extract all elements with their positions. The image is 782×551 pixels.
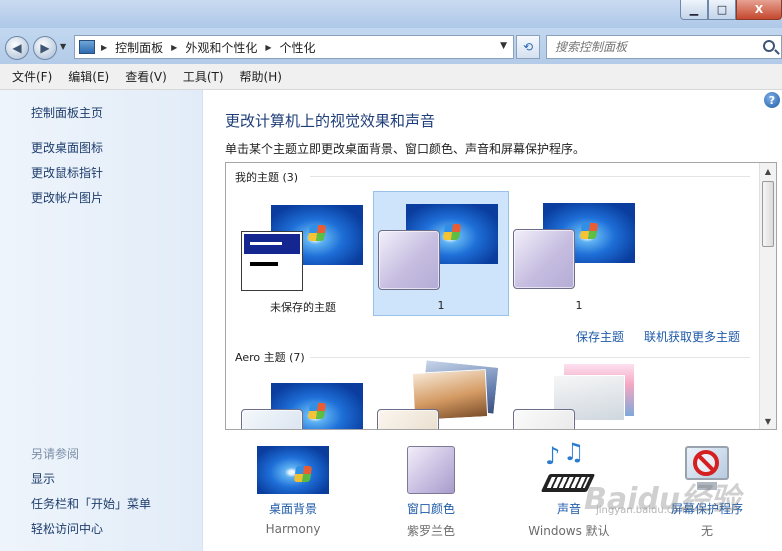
window-controls: ▁ □ X bbox=[680, 0, 782, 20]
maximize-button[interactable]: □ bbox=[708, 0, 736, 20]
themes-scrollbar[interactable]: ▲ ▼ bbox=[759, 163, 776, 429]
sidebar: 控制面板主页 更改桌面图标 更改鼠标指针 更改帐户图片 另请参阅 显示 任务栏和… bbox=[0, 90, 203, 551]
theme-1[interactable]: 1 bbox=[511, 191, 647, 316]
group-divider bbox=[310, 176, 750, 177]
refresh-button[interactable]: ⟲ bbox=[516, 35, 540, 59]
help-icon[interactable]: ? bbox=[764, 92, 780, 108]
menu-help[interactable]: 帮助(H) bbox=[232, 68, 290, 85]
sidebar-link-display[interactable]: 显示 bbox=[31, 470, 55, 487]
baidu-watermark-url: jingyan.baidu.com bbox=[596, 505, 689, 516]
address-bar[interactable]: ▶ 控制面板 ▶ 外观和个性化 ▶ 个性化 ▼ bbox=[74, 35, 514, 59]
breadcrumb-control-panel[interactable]: 控制面板 bbox=[115, 39, 163, 56]
themes-list: 我的主题 (3) 未保存的主题 1 1 保存主题 联机获取更多主题 Aero 主… bbox=[225, 162, 777, 430]
breadcrumb-arrow-icon[interactable]: ▶ bbox=[101, 43, 107, 52]
theme-name: 1 bbox=[575, 299, 583, 312]
tray-value: Windows 默认 bbox=[528, 524, 610, 538]
tray-value: Harmony bbox=[265, 522, 321, 536]
close-button[interactable]: X bbox=[736, 0, 782, 20]
window-color-preview bbox=[513, 409, 575, 429]
back-button[interactable]: ◀ bbox=[5, 36, 29, 60]
breadcrumb-personalization[interactable]: 个性化 bbox=[280, 39, 316, 56]
aero-theme-windows-7[interactable] bbox=[235, 363, 371, 429]
window-color-preview bbox=[378, 230, 440, 290]
theme-name: 未保存的主题 bbox=[270, 301, 336, 314]
title-bar: ▁ □ X bbox=[0, 0, 782, 28]
window-color-preview bbox=[513, 229, 575, 289]
classic-window-preview bbox=[241, 231, 303, 291]
breadcrumb-appearance[interactable]: 外观和个性化 bbox=[185, 39, 257, 56]
search-input[interactable] bbox=[555, 40, 755, 54]
get-more-themes-link[interactable]: 联机获取更多主题 bbox=[644, 328, 740, 345]
tray-value: 无 bbox=[700, 524, 713, 538]
save-theme-link[interactable]: 保存主题 bbox=[576, 328, 624, 345]
see-also-heading: 另请参阅 bbox=[31, 447, 80, 461]
theme-1-selected[interactable]: 1 bbox=[373, 191, 509, 316]
recent-pages-dropdown[interactable]: ▼ bbox=[60, 42, 66, 51]
menu-file[interactable]: 文件(F) bbox=[4, 68, 60, 85]
my-themes-group-label: 我的主题 (3) bbox=[235, 171, 299, 184]
search-box[interactable] bbox=[546, 35, 782, 59]
scroll-up-icon[interactable]: ▲ bbox=[760, 163, 776, 179]
desktop-background-icon bbox=[257, 446, 329, 494]
forward-button[interactable]: ▶ bbox=[33, 36, 57, 60]
window-color-preview bbox=[241, 409, 303, 429]
sidebar-link-control-panel-home[interactable]: 控制面板主页 bbox=[31, 104, 103, 121]
tray-value: 紫罗兰色 bbox=[406, 524, 455, 538]
sidebar-link-account-picture[interactable]: 更改帐户图片 bbox=[31, 189, 103, 206]
group-divider bbox=[310, 357, 750, 358]
refresh-icon: ⟲ bbox=[522, 40, 534, 54]
forward-arrow-icon: ▶ bbox=[40, 41, 50, 55]
window-color-icon bbox=[407, 446, 455, 494]
tray-label[interactable]: 窗口颜色 bbox=[371, 500, 491, 517]
menu-tools[interactable]: 工具(T) bbox=[175, 68, 232, 85]
breadcrumb-arrow-icon[interactable]: ▶ bbox=[265, 43, 271, 52]
sidebar-link-taskbar[interactable]: 任务栏和「开始」菜单 bbox=[31, 495, 151, 512]
search-icon[interactable] bbox=[763, 40, 775, 52]
tray-label[interactable]: 桌面背景 bbox=[233, 500, 353, 517]
page-title: 更改计算机上的视觉效果和声音 bbox=[225, 112, 436, 130]
window-color-preview bbox=[377, 409, 439, 429]
aero-theme-characters[interactable] bbox=[511, 363, 647, 429]
aero-theme-architecture[interactable] bbox=[373, 359, 509, 429]
navigation-bar: ◀ ▶ ▼ ▶ 控制面板 ▶ 外观和个性化 ▶ 个性化 ▼ ⟲ bbox=[0, 28, 782, 64]
theme-name: 1 bbox=[437, 299, 445, 312]
scroll-thumb[interactable] bbox=[762, 181, 774, 247]
minimize-button[interactable]: ▁ bbox=[680, 0, 708, 20]
tray-desktop-background[interactable]: 桌面背景 Harmony bbox=[233, 446, 353, 536]
theme-unsaved[interactable]: 未保存的主题 bbox=[235, 191, 371, 316]
address-dropdown-icon[interactable]: ▼ bbox=[500, 41, 507, 51]
page-description: 单击某个主题立即更改桌面背景、窗口颜色、声音和屏幕保护程序。 bbox=[225, 142, 586, 156]
sidebar-link-mouse-pointers[interactable]: 更改鼠标指针 bbox=[31, 164, 103, 181]
back-arrow-icon: ◀ bbox=[12, 41, 22, 55]
scroll-down-icon[interactable]: ▼ bbox=[760, 413, 776, 429]
breadcrumb-arrow-icon[interactable]: ▶ bbox=[171, 43, 177, 52]
sidebar-link-ease-of-access[interactable]: 轻松访问中心 bbox=[31, 520, 103, 537]
menu-view[interactable]: 查看(V) bbox=[117, 68, 175, 85]
menu-bar: 文件(F) 编辑(E) 查看(V) 工具(T) 帮助(H) bbox=[0, 64, 782, 90]
control-panel-icon bbox=[79, 40, 95, 54]
menu-edit[interactable]: 编辑(E) bbox=[60, 68, 117, 85]
tray-window-color[interactable]: 窗口颜色 紫罗兰色 bbox=[371, 446, 491, 539]
sidebar-link-desktop-icons[interactable]: 更改桌面图标 bbox=[31, 139, 103, 156]
